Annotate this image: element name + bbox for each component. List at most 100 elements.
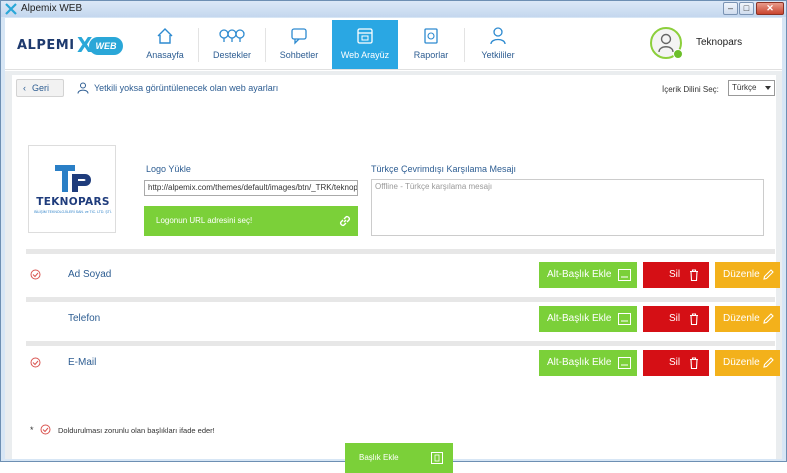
subheader-icon [618, 313, 631, 325]
trash-icon [690, 269, 698, 281]
row-divider [26, 249, 775, 254]
user-name: Teknopars [696, 37, 743, 48]
edit-label: Düzenle [723, 357, 760, 368]
edit-button[interactable]: Düzenle [715, 350, 780, 376]
welcome-message-title: Türkçe Çevrimdışı Karşılama Mesajı [371, 164, 517, 174]
nav-anasayfa[interactable]: Anasayfa [132, 20, 198, 69]
close-button[interactable]: ✕ [756, 2, 784, 15]
delete-button[interactable]: Sil [643, 262, 709, 288]
back-button[interactable]: ‹ Geri [16, 79, 64, 97]
window-title: Alpemix WEB [21, 3, 83, 14]
avatar-user-icon [658, 33, 674, 53]
add-header-label: Başlık Ekle [359, 453, 399, 462]
company-name: TEKNOPARS [36, 196, 110, 208]
add-header-icon [431, 452, 443, 464]
home-icon [157, 28, 173, 44]
field-label: E-Mail [68, 357, 97, 368]
required-check-icon [30, 357, 41, 368]
nav-label: Web Arayüz [340, 50, 390, 60]
add-header-button[interactable]: Başlık Ekle [345, 443, 453, 473]
avatar[interactable] [650, 27, 683, 59]
settings-panel: ‹ Geri Yetkili yoksa görüntülenecek olan … [12, 75, 780, 473]
trash-icon [690, 357, 698, 369]
edit-button[interactable]: Düzenle [715, 262, 780, 288]
maximize-button[interactable]: □ [739, 2, 754, 15]
report-icon [424, 28, 438, 44]
field-row-telefon: Telefon Alt-Başlık Ekle Sil Düzenle [26, 300, 780, 338]
logo-upload-title: Logo Yükle [146, 164, 191, 174]
nav-sohbetler[interactable]: Sohbetler [266, 20, 332, 69]
welcome-message-textarea[interactable]: Offline - Türkçe karşılama mesajı [371, 179, 764, 236]
add-subheader-label: Alt-Başlık Ekle [547, 313, 612, 324]
subheader-icon [618, 269, 631, 281]
edit-button[interactable]: Düzenle [715, 306, 780, 332]
nav-label: Destekler [212, 50, 251, 60]
back-label: Geri [32, 83, 50, 93]
language-label: İçerik Dilini Seç: [662, 85, 719, 94]
online-status-dot [673, 49, 683, 59]
chevron-down-icon [765, 86, 771, 90]
edit-label: Düzenle [723, 313, 760, 324]
logo-wordmark: ALPEMI [17, 38, 75, 53]
field-row-email: E-Mail Alt-Başlık Ekle Sil Düzenle [26, 344, 780, 382]
nav-yetkililer[interactable]: Yetkililer [465, 20, 531, 69]
company-subtitle: BİLİŞİM TEKNOLOJİLERİ SAN. ve TİC. LTD. … [34, 210, 112, 214]
app-x-icon [5, 3, 17, 15]
logo-url-input[interactable]: http://alpemix.com/themes/default/images… [144, 180, 358, 196]
alpemix-logo: ALPEMI X WEB [15, 29, 125, 59]
legend-text: Doldurulması zorunlu olan başlıkları ifa… [58, 426, 215, 435]
user-icon [490, 27, 506, 45]
add-subheader-label: Alt-Başlık Ekle [547, 269, 612, 280]
nav-label: Anasayfa [146, 50, 184, 60]
add-subheader-button[interactable]: Alt-Başlık Ekle [539, 306, 637, 332]
field-label: Ad Soyad [68, 269, 112, 280]
delete-button[interactable]: Sil [643, 306, 709, 332]
add-subheader-label: Alt-Başlık Ekle [547, 357, 612, 368]
user-profile[interactable]: Teknopars [650, 27, 780, 61]
location-pins-icon [219, 29, 245, 42]
minimize-button[interactable]: – [723, 2, 738, 15]
add-subheader-button[interactable]: Alt-Başlık Ekle [539, 350, 637, 376]
teknopars-tp-logo [55, 165, 91, 192]
field-label: Telefon [68, 313, 101, 324]
legend-star: * [30, 425, 34, 435]
nav-label: Sohbetler [279, 50, 319, 60]
browser-icon [357, 28, 373, 44]
subheader-icon [618, 357, 631, 369]
nav-raporlar[interactable]: Raporlar [398, 20, 464, 69]
user-info-icon [77, 82, 89, 94]
link-icon [339, 215, 351, 227]
company-logo-preview: TEKNOPARS BİLİŞİM TEKNOLOJİLERİ SAN. ve … [28, 145, 116, 233]
client-area: ALPEMI X WEB Anasayfa Destekler Sohbetle… [5, 18, 782, 473]
delete-button[interactable]: Sil [643, 350, 709, 376]
trash-icon [690, 313, 698, 325]
title-bar: Alpemix WEB – □ ✕ [1, 1, 786, 17]
required-check-icon [30, 269, 41, 280]
toolbar: ‹ Geri Yetkili yoksa görüntülenecek olan … [12, 75, 776, 101]
add-subheader-button[interactable]: Alt-Başlık Ekle [539, 262, 637, 288]
select-logo-url-button[interactable]: Logonun URL adresini seç! [144, 206, 358, 236]
nav-destekler[interactable]: Destekler [199, 20, 265, 69]
header: ALPEMI X WEB Anasayfa Destekler Sohbetle… [5, 18, 782, 70]
language-value: Türkçe [732, 83, 757, 92]
pencil-icon [763, 357, 774, 368]
delete-label: Sil [669, 357, 681, 368]
app-window: Alpemix WEB – □ ✕ ALPEMI X WEB Anasayfa [0, 0, 787, 473]
select-logo-url-label: Logonun URL adresini seç! [156, 216, 253, 225]
delete-label: Sil [669, 313, 681, 324]
required-check-icon [40, 424, 51, 435]
nav-label: Raporlar [413, 50, 449, 60]
logo-web-badge: WEB [89, 37, 123, 55]
content-area: ‹ Geri Yetkili yoksa görüntülenecek olan … [5, 71, 782, 473]
chat-icon [291, 28, 307, 45]
language-select[interactable]: Türkçe [728, 80, 775, 96]
delete-label: Sil [669, 269, 681, 280]
pencil-icon [763, 313, 774, 324]
nav-web-arayuz[interactable]: Web Arayüz [332, 20, 398, 69]
field-row-ad-soyad: Ad Soyad Alt-Başlık Ekle Sil Düzenle [26, 256, 780, 294]
edit-label: Düzenle [723, 269, 760, 280]
chevron-left-icon: ‹ [23, 83, 26, 93]
nav-label: Yetkililer [481, 50, 515, 60]
page-description: Yetkili yoksa görüntülenecek olan web ay… [94, 83, 279, 93]
pencil-icon [763, 269, 774, 280]
